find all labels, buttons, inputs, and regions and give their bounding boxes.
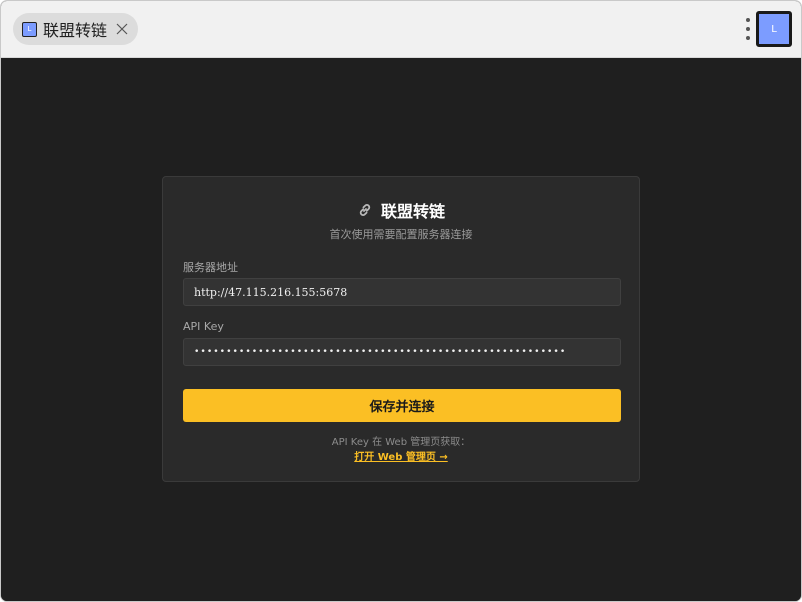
config-card: 联盟转链 首次使用需要配置服务器连接 服务器地址 API Key 保存并连接 A… [162, 176, 640, 482]
save-and-connect-button[interactable]: 保存并连接 [183, 389, 621, 422]
card-title-row: 联盟转链 [163, 198, 639, 222]
card-title: 联盟转链 [380, 202, 445, 221]
extension-letter: L [771, 23, 777, 35]
tab-active[interactable]: L 联盟转链 [13, 13, 138, 45]
api-key-input[interactable] [183, 338, 621, 366]
link-icon [359, 204, 371, 216]
favicon-letter: L [27, 25, 32, 33]
server-address-input[interactable] [183, 278, 621, 306]
more-vert-icon[interactable] [741, 15, 755, 43]
api-key-label: API Key [183, 320, 224, 333]
favicon-icon: L [22, 21, 37, 37]
api-key-hint: API Key 在 Web 管理页获取： [331, 437, 471, 448]
close-icon[interactable] [115, 22, 129, 36]
browser-window: L 联盟转链 L 联盟转链 首次使用需要配置服务器连接 服务器地址 http:/… [0, 0, 802, 602]
tab-bar: L 联盟转链 L [1, 1, 801, 58]
tab-title: 联盟转链 [43, 21, 108, 40]
card-subtitle: 首次使用需要配置服务器连接 [329, 228, 473, 241]
extension-icon[interactable]: L [756, 11, 792, 47]
server-address-label: 服务器地址 [183, 261, 238, 274]
page-content: 联盟转链 首次使用需要配置服务器连接 服务器地址 API Key 保存并连接 A… [1, 58, 801, 601]
open-web-admin-link[interactable]: 打开 Web 管理页 → [163, 448, 639, 463]
